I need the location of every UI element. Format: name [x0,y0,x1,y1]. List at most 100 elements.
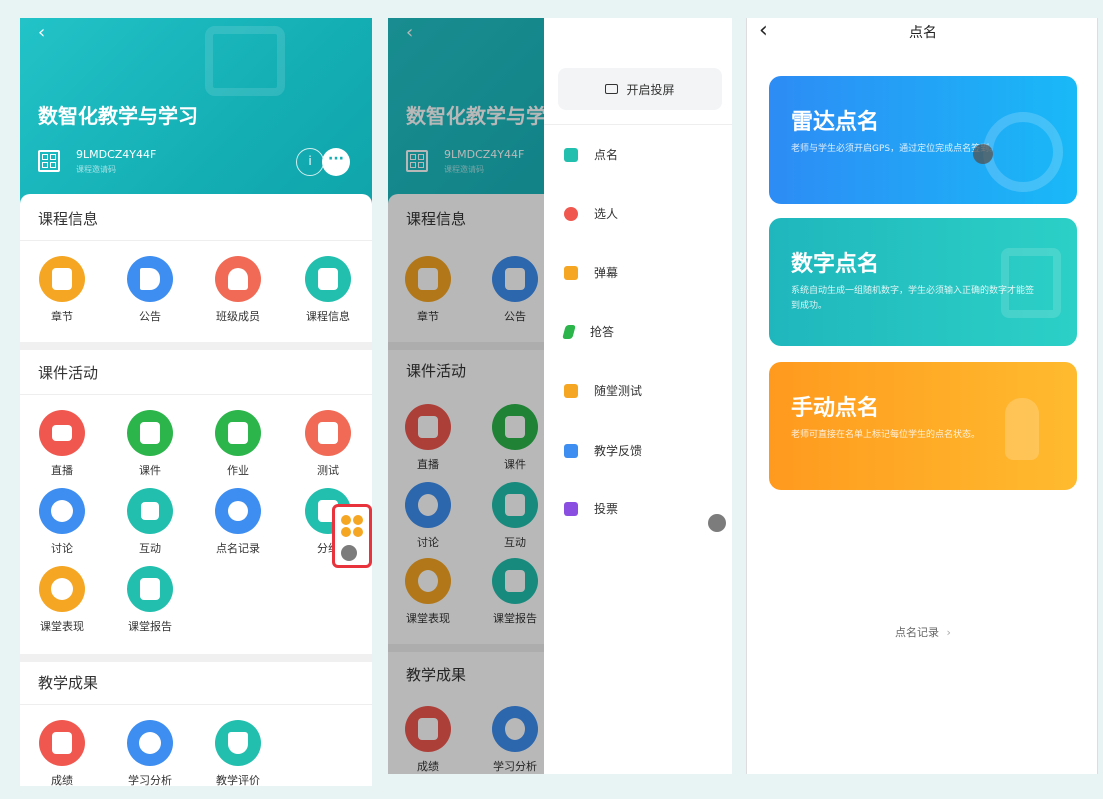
item-label: 教学评价 [216,774,260,786]
drawer-item-rollcall[interactable]: 点名 [564,146,618,163]
drawer-label: 教学反馈 [594,444,643,458]
divider [20,394,372,395]
chapter-icon [39,256,85,302]
course-item-info[interactable]: 课程信息 [293,256,363,324]
item-label: 学习分析 [128,774,172,786]
item-label: 章节 [51,310,73,323]
quick-answer-icon [562,324,576,339]
divider [544,124,732,125]
activity-item-discussion[interactable]: 讨论 [27,488,97,556]
course-item-chapter[interactable]: 章节 [27,256,97,324]
activity-item-performance[interactable]: 课堂表现 [27,566,97,634]
touch-indicator [708,514,726,532]
number-icon [1001,248,1061,318]
apps-grid-button[interactable] [332,504,372,568]
course-code: 9LMDCZ4Y44F [76,148,157,161]
divider [20,240,372,241]
score-icon [39,720,85,766]
item-label: 直播 [51,464,73,477]
screen-rollcall: ‹ 点名 雷达点名 老师与学生必须开启GPS，通过定位完成点名签到。 数字点名 … [746,18,1098,774]
radar-icon [983,112,1063,192]
courseware-icon [127,410,173,456]
back-button[interactable]: ‹ [38,22,45,43]
result-item-score[interactable]: 成绩 [27,720,97,786]
section-title-info: 课程信息 [38,210,99,228]
drawer-label: 选人 [594,207,619,221]
item-label: 课堂报告 [128,620,172,633]
page-title: 点名 [909,25,937,41]
section-title-results: 教学成果 [38,674,99,692]
activity-item-rollcall-record[interactable]: 点名记录 [203,488,273,556]
card-title: 手动点名 [791,396,880,421]
drawer-item-quiz[interactable]: 随堂测试 [564,382,642,399]
result-item-analysis[interactable]: 学习分析 [115,720,185,786]
radar-rollcall-card[interactable]: 雷达点名 老师与学生必须开启GPS，通过定位完成点名签到。 [769,76,1077,204]
performance-icon [39,566,85,612]
item-label: 课程信息 [306,310,350,323]
activity-item-report[interactable]: 课堂报告 [115,566,185,634]
test-icon [305,410,351,456]
screen-course-home: ‹ 数智化教学与学习 9LMDCZ4Y44F 课程邀请码 i ··· 课程信息 … [20,18,372,786]
interact-icon [127,488,173,534]
report-icon [127,566,173,612]
drawer-label: 抢答 [590,325,615,339]
projection-button[interactable]: 开启投屏 [558,68,722,110]
drawer-item-danmaku[interactable]: 弹幕 [564,264,618,281]
tool-drawer: 开启投屏 点名 选人 弹幕 抢答 随堂测试 教学反馈 投票 [544,18,732,774]
item-label: 互动 [139,542,161,555]
activity-item-interact[interactable]: 互动 [115,488,185,556]
card-title: 数字点名 [791,252,880,277]
rollcall-record-link[interactable]: 点名记录 › [747,624,1097,640]
item-label: 课堂表现 [40,620,84,633]
number-rollcall-card[interactable]: 数字点名 系统自动生成一组随机数字，学生必须输入正确的数字才能签到成功。 [769,218,1077,346]
screen-course-drawer: ‹ 数智化教学与学习 9LMDCZ4Y44F 课程邀请码 课程信息 章节 公告 … [388,18,732,774]
card-title: 雷达点名 [791,110,880,135]
vote-icon [564,501,578,516]
section-gap [20,654,372,662]
feedback-icon [564,443,578,458]
more-icon[interactable]: ··· [322,148,350,176]
section-title-activity: 课件活动 [38,364,99,382]
hand-icon [1005,398,1039,460]
activity-item-live[interactable]: 直播 [27,410,97,478]
drawer-label: 点名 [594,148,619,162]
evaluation-icon [215,720,261,766]
drawer-item-quick-answer[interactable]: 抢答 [562,323,615,340]
drawer-label: 随堂测试 [594,384,643,398]
course-info-icon [305,256,351,302]
homework-icon [215,410,261,456]
item-label: 讨论 [51,542,73,555]
item-label: 成绩 [51,774,73,786]
item-label: 公告 [139,310,161,323]
projection-label: 开启投屏 [626,82,675,97]
drawer-label: 弹幕 [594,266,619,280]
drawer-item-pick-person[interactable]: 选人 [564,205,618,222]
result-item-evaluation[interactable]: 教学评价 [203,720,273,786]
drawer-overlay[interactable] [388,18,544,774]
divider [20,704,372,705]
touch-indicator [341,545,357,561]
drawer-item-vote[interactable]: 投票 [564,500,618,517]
course-item-notice[interactable]: 公告 [115,256,185,324]
qr-code-icon[interactable] [38,150,60,172]
cast-icon [605,84,619,94]
item-label: 课件 [139,464,161,477]
activity-item-courseware[interactable]: 课件 [115,410,185,478]
pick-person-icon [564,206,578,221]
analysis-icon [127,720,173,766]
activity-item-test[interactable]: 测试 [293,410,363,478]
section-gap [20,342,372,350]
manual-rollcall-card[interactable]: 手动点名 老师可直接在名单上标记每位学生的点名状态。 [769,362,1077,490]
course-item-members[interactable]: 班级成员 [203,256,273,324]
touch-indicator [973,144,993,164]
activity-item-homework[interactable]: 作业 [203,410,273,478]
info-icon[interactable]: i [296,148,324,176]
item-label: 点名记录 [216,542,260,555]
course-title: 数智化教学与学习 [38,104,198,128]
members-icon [215,256,261,302]
chevron-right-icon: › [946,626,951,639]
rollcall-icon [564,147,578,162]
item-label: 作业 [227,464,249,477]
drawer-item-feedback[interactable]: 教学反馈 [564,442,642,459]
link-label: 点名记录 [895,626,940,639]
